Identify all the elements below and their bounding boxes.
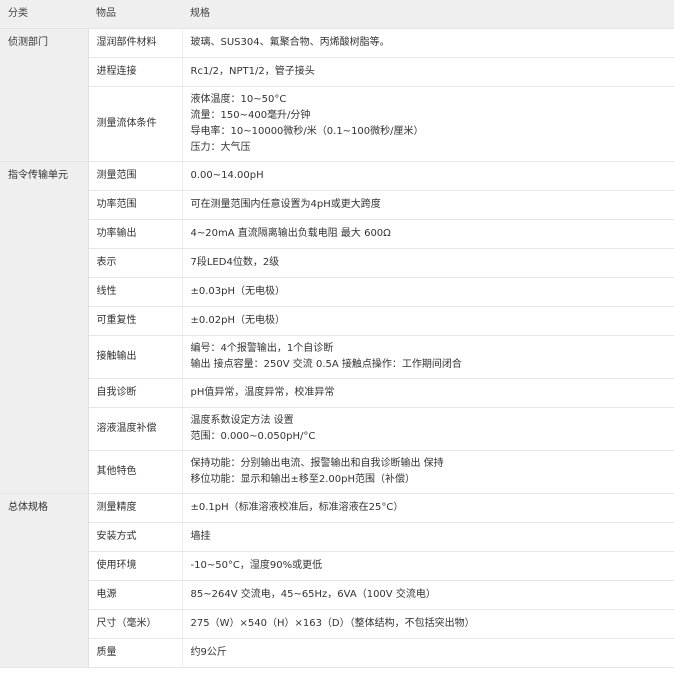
table-row: 进程连接 Rc1/2，NPT1/2，管子接头 — [0, 57, 674, 87]
table-row: 质量 约9公斤 — [0, 638, 674, 668]
spec-cell: 7段LED4位数，2级 — [182, 248, 674, 278]
header-category: 分类 — [0, 0, 88, 29]
spec-line: 约9公斤 — [190, 647, 227, 658]
table-row: 自我诊断 pH值异常，温度异常，校准异常 — [0, 378, 674, 408]
table-row: 测量流体条件 液体温度：10~50°C 流量：150~400毫升/分钟导电率：10~… — [0, 86, 674, 162]
spec-line: 流量：150~400毫升/分钟 — [190, 110, 311, 121]
spec-cell: ±0.03pH（无电极） — [182, 277, 674, 307]
spec-cell: 编号：4个报警输出，1个自诊断输出 接点容量：250V 交流 0.5A 接触点操… — [182, 335, 674, 379]
spec-line: 4~20mA 直流隔离输出负载电阻 最大 600Ω — [190, 228, 391, 239]
item-cell: 可重复性 — [88, 306, 183, 336]
spec-line: 温度系数设定方法 设置 — [190, 415, 294, 426]
category-cell: 总体规格 — [0, 493, 89, 668]
item-cell: 电源 — [88, 580, 183, 610]
spec-cell: 墙挂 — [182, 522, 674, 552]
item-cell: 其他特色 — [88, 450, 183, 494]
item-cell: 测量精度 — [88, 493, 183, 523]
item-cell: 测量流体条件 — [88, 86, 183, 162]
table-row: 指令传输单元 测量范围 0.00~14.00pH — [0, 161, 674, 494]
spec-cell: ±0.02pH（无电极） — [182, 306, 674, 336]
spec-line: 编号：4个报警输出，1个自诊断 — [190, 343, 334, 354]
spec-line: 导电率：10~10000微秒/米（0.1~100微秒/厘米） — [190, 126, 424, 137]
spec-line: 可在测量范围内任意设置为4pH或更大跨度 — [190, 199, 381, 210]
spec-line: 7段LED4位数，2级 — [190, 257, 280, 268]
header-item: 物品 — [88, 0, 182, 29]
spec-cell: 约9公斤 — [182, 638, 674, 668]
spec-cell: -10~50°C，湿度90%或更低 — [182, 551, 674, 581]
table-row: 尺寸（毫米） 275（W）×540（H）×163（D）（整体结构，不包括突出物） — [0, 609, 674, 639]
spec-table: 分类 物品 规格 侦测部门 湿润部件材料 玻璃、SUS304、氟聚合物、丙烯酸树脂等… — [0, 0, 674, 668]
spec-cell: 液体温度：10~50°C 流量：150~400毫升/分钟导电率：10~10000微… — [182, 86, 674, 162]
spec-line: 范围：0.000~0.050pH/°C — [190, 431, 316, 442]
spec-line: 液体温度：10~50°C — [190, 94, 287, 105]
item-cell: 溶液温度补偿 — [88, 407, 183, 451]
table-row: 溶液温度补偿 温度系数设定方法 设置范围：0.000~0.050pH/°C — [0, 407, 674, 451]
spec-line: -10~50°C，湿度90%或更低 — [190, 560, 323, 571]
spec-cell: 玻璃、SUS304、氟聚合物、丙烯酸树脂等。 — [182, 28, 674, 58]
category-cell: 指令传输单元 — [0, 161, 89, 494]
table-row: 表示 7段LED4位数，2级 — [0, 248, 674, 278]
spec-line: Rc1/2，NPT1/2，管子接头 — [190, 66, 315, 77]
spec-line: ±0.1pH（标准溶液校准后，标准溶液在25°C） — [190, 502, 404, 513]
spec-line: ±0.03pH（无电极） — [190, 286, 286, 297]
spec-line: 85~264V 交流电，45~65Hz，6VA（100V 交流电） — [190, 589, 436, 600]
spec-line: 移位功能：显示和输出±移至2.00pH范围（补偿） — [190, 474, 416, 485]
spec-cell: 4~20mA 直流隔离输出负载电阻 最大 600Ω — [182, 219, 674, 249]
table-row: 电源 85~264V 交流电，45~65Hz，6VA（100V 交流电） — [0, 580, 674, 610]
table-row: 功率输出 4~20mA 直流隔离输出负载电阻 最大 600Ω — [0, 219, 674, 249]
item-cell: 自我诊断 — [88, 378, 183, 408]
table-row: 安装方式 墙挂 — [0, 522, 674, 552]
item-cell: 功率输出 — [88, 219, 183, 249]
item-cell: 测量范围 — [88, 161, 183, 191]
spec-table-body: 侦测部门 湿润部件材料 玻璃、SUS304、氟聚合物、丙烯酸树脂等。 进程连接 Rc1/… — [0, 28, 674, 668]
item-cell: 进程连接 — [88, 57, 183, 87]
spec-cell: Rc1/2，NPT1/2，管子接头 — [182, 57, 674, 87]
item-cell: 接触输出 — [88, 335, 183, 379]
spec-cell: 0.00~14.00pH — [182, 161, 674, 191]
item-cell: 安装方式 — [88, 522, 183, 552]
spec-line: 输出 接点容量：250V 交流 0.5A 接触点操作：工作期间闭合 — [190, 359, 462, 370]
spec-cell: 85~264V 交流电，45~65Hz，6VA（100V 交流电） — [182, 580, 674, 610]
spec-cell: 温度系数设定方法 设置范围：0.000~0.050pH/°C — [182, 407, 674, 451]
table-row: 其他特色 保持功能：分别输出电流、报警输出和自我诊断输出 保持 移位功能：显示和输出… — [0, 450, 674, 494]
item-cell: 表示 — [88, 248, 183, 278]
spec-cell: 可在测量范围内任意设置为4pH或更大跨度 — [182, 190, 674, 220]
category-cell: 侦测部门 — [0, 28, 89, 162]
table-row: 总体规格 测量精度 ±0.1pH（标准溶液校准后，标准溶液在25°C） — [0, 493, 674, 668]
table-row: 侦测部门 湿润部件材料 玻璃、SUS304、氟聚合物、丙烯酸树脂等。 — [0, 28, 674, 162]
table-row: 可重复性 ±0.02pH（无电极） — [0, 306, 674, 336]
table-row: 接触输出 编号：4个报警输出，1个自诊断输出 接点容量：250V 交流 0.5A … — [0, 335, 674, 379]
item-cell: 功率范围 — [88, 190, 183, 220]
item-cell: 线性 — [88, 277, 183, 307]
spec-line: ±0.02pH（无电极） — [190, 315, 286, 326]
spec-line: pH值异常，温度异常，校准异常 — [190, 387, 335, 398]
table-row: 功率范围 可在测量范围内任意设置为4pH或更大跨度 — [0, 190, 674, 220]
spec-line: 275（W）×540（H）×163（D）（整体结构，不包括突出物） — [190, 618, 475, 629]
spec-line: 玻璃、SUS304、氟聚合物、丙烯酸树脂等。 — [190, 37, 390, 48]
spec-line: 0.00~14.00pH — [190, 170, 264, 181]
spec-line: 墙挂 — [190, 531, 211, 542]
table-row: 使用环境 -10~50°C，湿度90%或更低 — [0, 551, 674, 581]
spec-cell: ±0.1pH（标准溶液校准后，标准溶液在25°C） — [182, 493, 674, 523]
table-row: 线性 ±0.03pH（无电极） — [0, 277, 674, 307]
header-spec: 规格 — [182, 0, 674, 29]
spec-cell: 275（W）×540（H）×163（D）（整体结构，不包括突出物） — [182, 609, 674, 639]
item-cell: 湿润部件材料 — [88, 28, 183, 58]
spec-cell: 保持功能：分别输出电流、报警输出和自我诊断输出 保持 移位功能：显示和输出±移至2… — [182, 450, 674, 494]
item-cell: 质量 — [88, 638, 183, 668]
item-cell: 尺寸（毫米） — [88, 609, 183, 639]
spec-line: 保持功能：分别输出电流、报警输出和自我诊断输出 保持 — [190, 458, 444, 469]
spec-line: 压力：大气压 — [190, 142, 251, 153]
header-row: 分类 物品 规格 — [0, 0, 674, 29]
item-cell: 使用环境 — [88, 551, 183, 581]
spec-cell: pH值异常，温度异常，校准异常 — [182, 378, 674, 408]
